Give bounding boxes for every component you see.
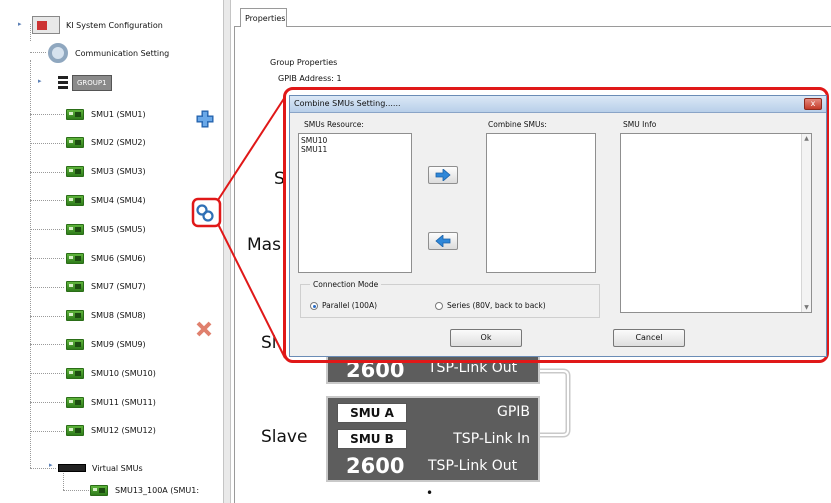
scroll-up-icon[interactable]: ▲ [802,134,811,143]
dialog-titlebar[interactable]: Combine SMUs Setting...... x [290,96,826,113]
series-label: Series (80V, back to back) [447,301,546,310]
add-to-combine-button[interactable] [428,166,458,184]
smu-info-label: SMU Info [623,120,657,129]
smu-info-box[interactable]: ▲ ▼ [620,133,812,313]
arrow-right-icon [435,169,451,181]
remove-from-combine-button[interactable] [428,232,458,250]
smus-resource-label: SMUs Resource: [304,120,364,129]
scroll-down-icon[interactable]: ▼ [802,303,811,312]
arrow-left-icon [435,235,451,247]
parallel-radio[interactable] [310,302,318,310]
smus-resource-list[interactable]: SMU10 SMU11 [298,133,412,273]
series-radio[interactable] [435,302,443,310]
list-item[interactable]: SMU11 [301,145,409,154]
cancel-button[interactable]: Cancel [613,329,685,347]
combine-smus-label: Combine SMUs: [488,120,547,129]
scrollbar[interactable]: ▲ ▼ [801,134,811,312]
list-item[interactable]: SMU10 [301,136,409,145]
close-icon: x [810,99,816,108]
dialog-title: Combine SMUs Setting...... [294,99,401,108]
connection-mode-label: Connection Mode [310,280,382,289]
close-button[interactable]: x [804,98,822,110]
combine-smus-dialog: Combine SMUs Setting...... x SMUs Resour… [289,95,827,357]
ok-button[interactable]: Ok [450,329,522,347]
parallel-label: Parallel (100A) [322,301,378,310]
combine-smus-list[interactable] [486,133,596,273]
